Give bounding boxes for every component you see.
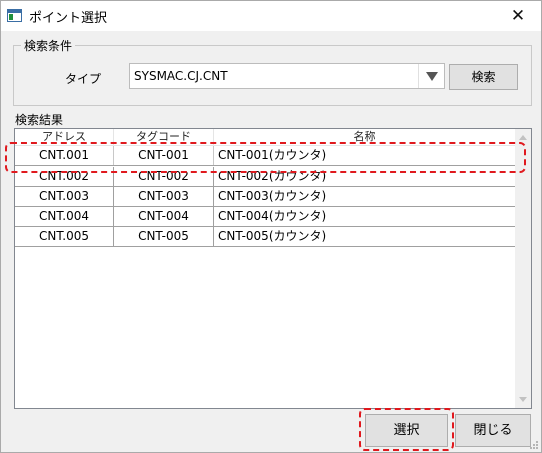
cell-name: CNT-001(カウンタ) xyxy=(218,148,327,162)
close-button[interactable]: 閉じる xyxy=(455,414,531,447)
search-results-label: 検索結果 xyxy=(15,113,64,127)
point-select-dialog: ポイント選択 ✕ 検索条件 タイプ SYSMAC.CJ.CNT 検索 検索結果 … xyxy=(0,0,542,453)
column-header-address[interactable]: アドレス xyxy=(15,129,114,146)
search-button[interactable]: 検索 xyxy=(449,64,518,90)
cell-address: CNT.001 xyxy=(15,146,114,165)
cell-address: CNT.002 xyxy=(15,167,114,186)
results-grid: アドレス タグコード 名称 CNT.001 CNT-001 CNT-001(カウ… xyxy=(14,128,532,409)
table-row[interactable]: CNT.002 CNT-002 CNT-002(カウンタ) xyxy=(15,167,515,187)
dropdown-button[interactable] xyxy=(418,64,444,88)
app-window-icon xyxy=(7,9,22,22)
type-label: タイプ xyxy=(65,72,102,86)
scroll-down-icon[interactable] xyxy=(519,397,527,402)
title-bar: ポイント選択 ✕ xyxy=(1,1,541,31)
close-icon[interactable]: ✕ xyxy=(503,3,533,29)
search-conditions-label: 検索条件 xyxy=(21,37,76,54)
table-row[interactable]: CNT.005 CNT-005 CNT-005(カウンタ) xyxy=(15,227,515,247)
cell-name: CNT-004(カウンタ) xyxy=(218,209,327,223)
vertical-scrollbar[interactable] xyxy=(515,129,531,408)
table-row[interactable]: CNT.001 CNT-001 CNT-001(カウンタ) xyxy=(15,146,515,166)
cell-tag-code: CNT-004 xyxy=(114,207,214,226)
cell-name: CNT-003(カウンタ) xyxy=(218,189,327,203)
cell-name: CNT-005(カウンタ) xyxy=(218,229,327,243)
resize-grip-icon[interactable] xyxy=(528,439,538,449)
column-header-name[interactable]: 名称 xyxy=(214,129,515,146)
cell-tag-code: CNT-005 xyxy=(114,227,214,246)
cell-name: CNT-002(カウンタ) xyxy=(218,169,327,183)
cell-tag-code: CNT-003 xyxy=(114,187,214,206)
scroll-up-icon[interactable] xyxy=(519,135,527,140)
cell-address: CNT.005 xyxy=(15,227,114,246)
dropdown-arrow-icon xyxy=(426,72,438,81)
window-title: ポイント選択 xyxy=(29,11,108,26)
grid-header: アドレス タグコード 名称 xyxy=(15,129,515,146)
type-combobox-value: SYSMAC.CJ.CNT xyxy=(134,69,228,83)
column-header-tag-code[interactable]: タグコード xyxy=(114,129,214,146)
table-row[interactable]: CNT.003 CNT-003 CNT-003(カウンタ) xyxy=(15,187,515,207)
cell-address: CNT.004 xyxy=(15,207,114,226)
select-button[interactable]: 選択 xyxy=(365,414,448,447)
table-row[interactable]: CNT.004 CNT-004 CNT-004(カウンタ) xyxy=(15,207,515,227)
cell-address: CNT.003 xyxy=(15,187,114,206)
cell-tag-code: CNT-001 xyxy=(114,146,214,165)
cell-tag-code: CNT-002 xyxy=(114,167,214,186)
type-combobox[interactable]: SYSMAC.CJ.CNT xyxy=(129,63,445,89)
